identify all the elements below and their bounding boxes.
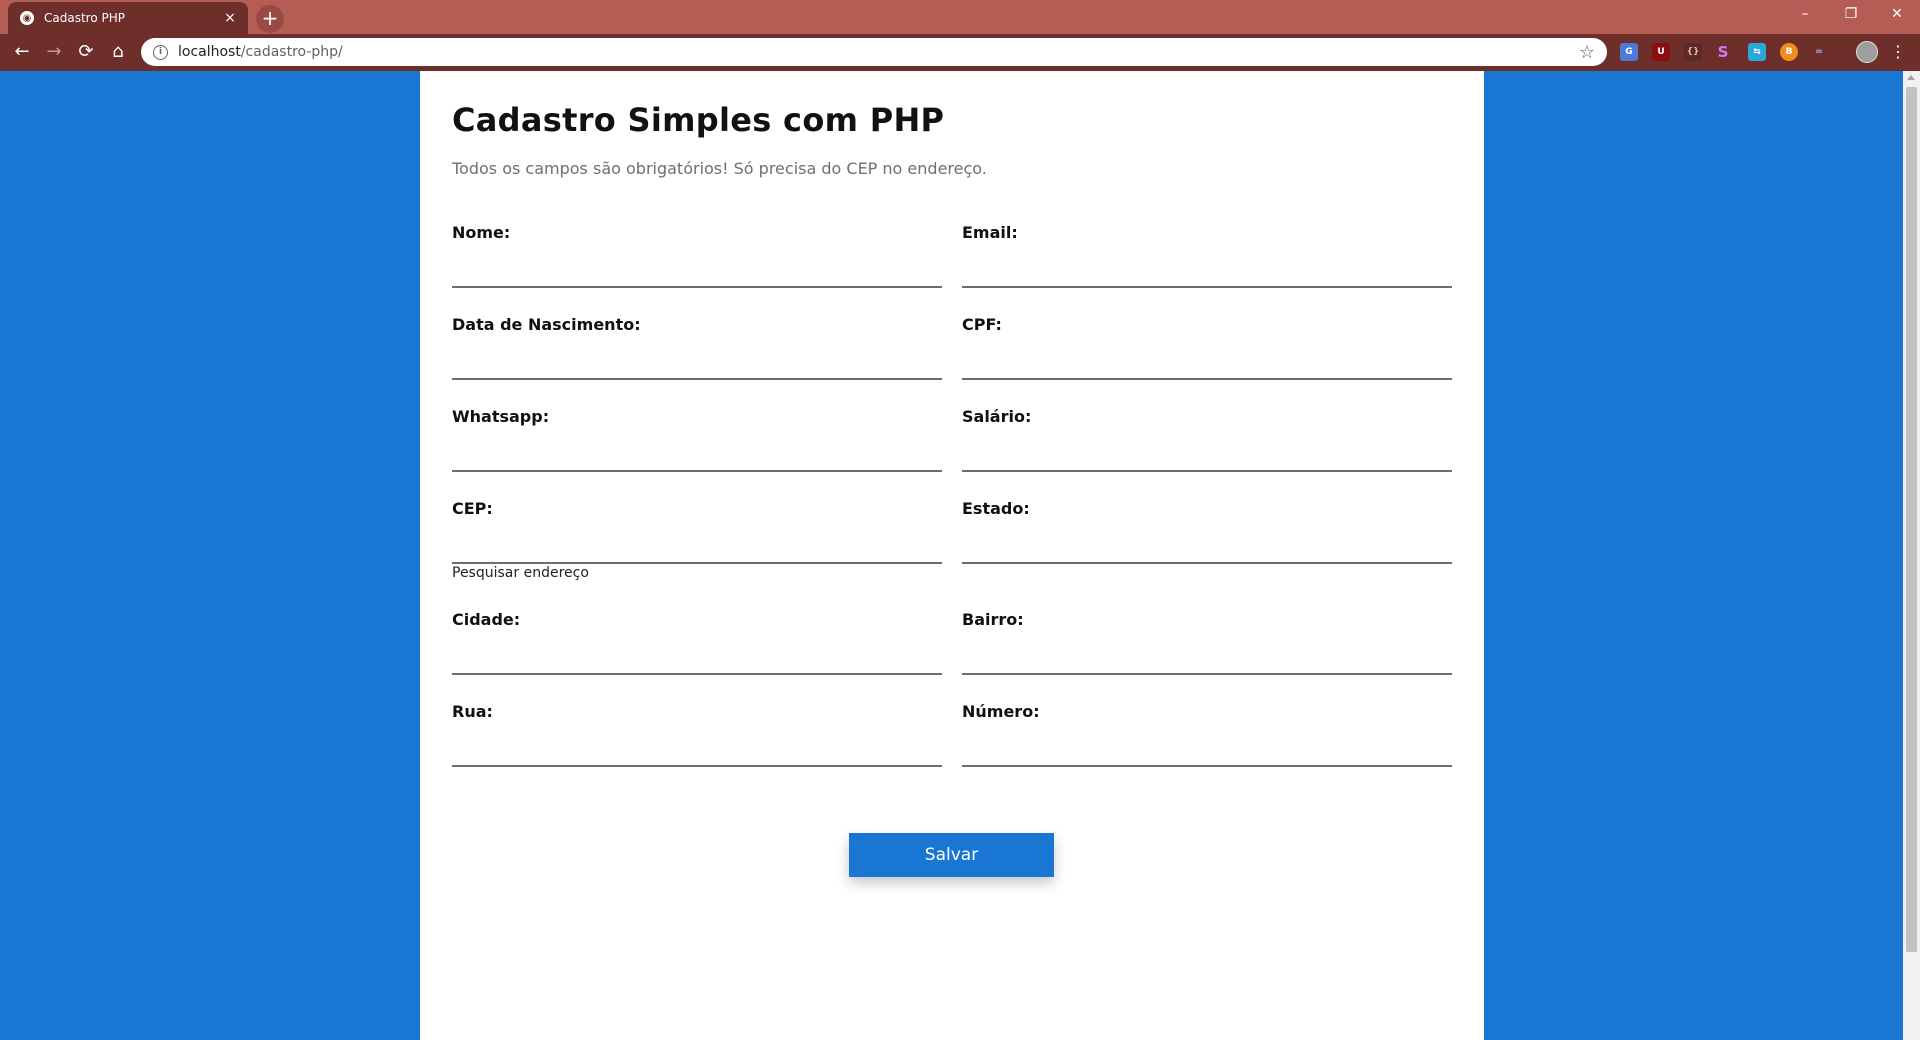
b-extension-icon[interactable]: B (1780, 43, 1798, 61)
link-extension-icon[interactable]: ∞ (1810, 43, 1828, 61)
code-extension-icon[interactable]: {} (1684, 43, 1702, 61)
salario-label: Salário: (962, 407, 1032, 426)
field-nascimento: Data de Nascimento: (452, 315, 942, 380)
translate-extension-icon[interactable]: G (1620, 43, 1638, 61)
nascimento-input[interactable] (452, 348, 942, 380)
bookmark-star-icon[interactable]: ☆ (1579, 42, 1595, 63)
restore-button[interactable]: ❐ (1828, 0, 1874, 30)
email-label: Email: (962, 223, 1018, 242)
estado-label: Estado: (962, 499, 1030, 518)
cidade-label: Cidade: (452, 610, 521, 629)
form-card: Cadastro Simples com PHP Todos os campos… (420, 71, 1484, 1040)
browser-toolbar: ← → ⟳ ⌂ i localhost/cadastro-php/ ☆ G U … (0, 34, 1920, 71)
home-button[interactable]: ⌂ (104, 34, 132, 71)
nome-label: Nome: (452, 223, 511, 242)
numero-label: Número: (962, 702, 1040, 721)
field-cpf: CPF: (962, 315, 1452, 380)
nome-input[interactable] (452, 256, 942, 288)
back-button[interactable]: ← (8, 34, 36, 71)
cpf-input[interactable] (962, 348, 1452, 380)
window-close-button[interactable]: ✕ (1874, 0, 1920, 30)
bairro-input[interactable] (962, 643, 1452, 675)
cep-input[interactable] (452, 532, 942, 564)
new-tab-button[interactable]: + (256, 5, 284, 33)
s-extension-icon[interactable]: S (1714, 43, 1732, 61)
field-nome: Nome: (452, 223, 942, 288)
bairro-label: Bairro: (962, 610, 1024, 629)
cep-label: CEP: (452, 499, 493, 518)
field-rua: Rua: (452, 702, 942, 767)
field-estado: Estado: (962, 499, 1452, 564)
field-whatsapp: Whatsapp: (452, 407, 942, 472)
scrollbar-thumb[interactable] (1906, 87, 1917, 952)
page-viewport: Cadastro Simples com PHP Todos os campos… (0, 71, 1903, 1040)
page-subtitle: Todos os campos são obrigatórios! Só pre… (452, 159, 987, 178)
tab-extension-icon[interactable]: ⇆ (1748, 43, 1766, 61)
profile-avatar[interactable] (1856, 41, 1878, 63)
field-email: Email: (962, 223, 1452, 288)
browser-tab[interactable]: ◉ Cadastro PHP × (8, 2, 248, 34)
field-cep: CEP: (452, 499, 942, 564)
search-address-link[interactable]: Pesquisar endereço (452, 565, 589, 581)
field-cidade: Cidade: (452, 610, 942, 675)
minimize-button[interactable]: – (1782, 0, 1828, 30)
tab-close-icon[interactable]: × (222, 10, 238, 26)
email-input[interactable] (962, 256, 1452, 288)
rua-input[interactable] (452, 735, 942, 767)
forward-button[interactable]: → (40, 34, 68, 71)
vertical-scrollbar[interactable] (1903, 71, 1920, 1040)
address-bar[interactable]: i localhost/cadastro-php/ ☆ (141, 38, 1607, 66)
numero-input[interactable] (962, 735, 1452, 767)
field-numero: Número: (962, 702, 1452, 767)
whatsapp-input[interactable] (452, 440, 942, 472)
url-host: localhost (178, 44, 241, 60)
save-button[interactable]: Salvar (849, 833, 1054, 877)
scroll-up-arrow-icon[interactable] (1907, 75, 1915, 80)
info-icon[interactable]: i (153, 44, 168, 60)
cidade-input[interactable] (452, 643, 942, 675)
cpf-label: CPF: (962, 315, 1002, 334)
rua-label: Rua: (452, 702, 493, 721)
tab-strip: ◉ Cadastro PHP × + – ❐ ✕ (0, 0, 1920, 34)
globe-icon: ◉ (20, 11, 34, 25)
field-salario: Salário: (962, 407, 1452, 472)
page-title: Cadastro Simples com PHP (452, 101, 945, 139)
tab-title: Cadastro PHP (44, 11, 125, 25)
estado-input[interactable] (962, 532, 1452, 564)
reload-button[interactable]: ⟳ (72, 34, 100, 71)
field-bairro: Bairro: (962, 610, 1452, 675)
whatsapp-label: Whatsapp: (452, 407, 550, 426)
nascimento-label: Data de Nascimento: (452, 315, 641, 334)
salario-input[interactable] (962, 440, 1452, 472)
ublock-extension-icon[interactable]: U (1652, 43, 1670, 61)
browser-menu-icon[interactable]: ⋮ (1888, 34, 1908, 71)
url-path: /cadastro-php/ (240, 44, 343, 60)
